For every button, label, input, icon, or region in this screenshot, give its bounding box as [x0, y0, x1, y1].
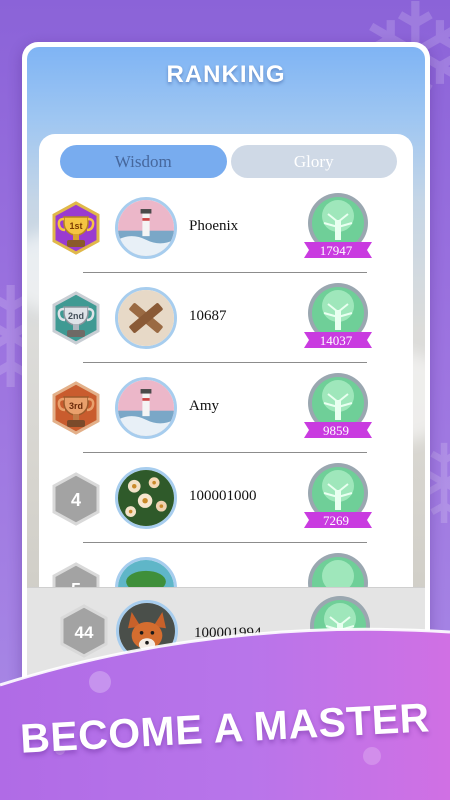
lighthouse-image: [118, 380, 174, 436]
player-name: Amy: [189, 398, 219, 414]
lighthouse-image: [118, 200, 174, 256]
silver-trophy-icon: 2nd: [52, 291, 100, 345]
score-value: 14037: [319, 333, 353, 348]
ranking-row[interactable]: 1st Phoenix 17947: [39, 183, 413, 273]
rank-label: 3rd: [69, 401, 83, 411]
tab-wisdom[interactable]: Wisdom: [60, 145, 227, 178]
bronze-trophy-icon: 3rd: [52, 381, 100, 435]
ranking-panel: Wisdom Glory 1st Phoenix 17947 2nd 10687…: [39, 134, 413, 604]
score-value: 9859: [323, 423, 349, 438]
lighthouse-avatar[interactable]: [115, 377, 177, 439]
wooden-cross-avatar[interactable]: [115, 287, 177, 349]
score-value: 7269: [323, 513, 349, 528]
page-title: RANKING: [166, 61, 286, 88]
hexagon-rank-icon: 4: [52, 472, 100, 526]
tab-glory[interactable]: Glory: [230, 145, 397, 178]
tab-bar: Wisdom Glory: [60, 145, 397, 178]
player-name: 100001000: [189, 488, 257, 504]
ranking-row[interactable]: 2nd 10687 14037: [39, 273, 413, 363]
gold-trophy-icon: 1st: [52, 201, 100, 255]
player-name: Phoenix: [189, 218, 239, 234]
ranking-row[interactable]: 4 100001000 7269: [39, 453, 413, 543]
rank-label: 4: [71, 490, 81, 510]
score-value: 17947: [319, 243, 353, 258]
flowers-image: [118, 470, 174, 526]
player-name: 10687: [189, 308, 227, 324]
rank-label: 1st: [69, 221, 82, 231]
lighthouse-avatar[interactable]: [115, 197, 177, 259]
rank-label: 2nd: [68, 311, 84, 321]
ranking-row[interactable]: 3rd Amy 9859: [39, 363, 413, 453]
flowers-avatar[interactable]: [115, 467, 177, 529]
wooden-cross-image: [118, 290, 174, 346]
